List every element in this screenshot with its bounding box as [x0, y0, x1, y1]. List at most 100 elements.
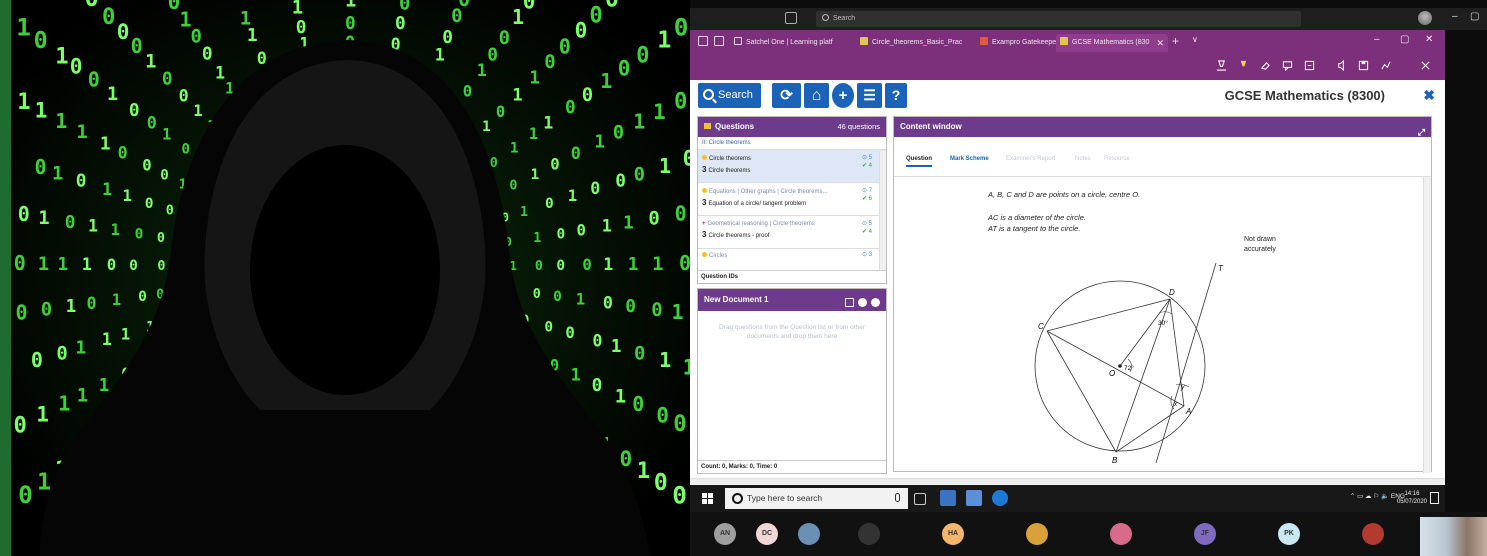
- task-view-icon[interactable]: [914, 493, 926, 505]
- fit-page-icon[interactable]: [1304, 60, 1315, 71]
- binary-digit: 1: [683, 354, 690, 379]
- binary-digit: 0: [565, 324, 574, 342]
- binary-digit: 0: [565, 97, 576, 118]
- new-tab-button[interactable]: +: [1172, 34, 1179, 48]
- tab-examiners-report[interactable]: Examiner's Report: [1006, 156, 1055, 162]
- binary-digit: 0: [179, 86, 189, 106]
- add-button[interactable]: +: [832, 83, 854, 108]
- compose-icon[interactable]: [785, 12, 797, 24]
- participant-avatar[interactable]: DC: [756, 523, 778, 545]
- search-button[interactable]: Search: [698, 83, 761, 108]
- binary-digit: 1: [55, 109, 67, 133]
- chord-ba: [1115, 405, 1185, 453]
- horizontal-scrollbar[interactable]: [690, 478, 1445, 485]
- help-button[interactable]: ?: [885, 83, 907, 108]
- binary-digit: 0: [675, 202, 687, 226]
- refresh-button[interactable]: ⟳: [772, 83, 801, 108]
- binary-digit: 1: [568, 187, 577, 205]
- tangent-at: [1155, 263, 1217, 463]
- tab-notes[interactable]: Notes: [1075, 156, 1091, 162]
- questions-scrollbar[interactable]: [879, 151, 886, 271]
- binary-digit: 1: [38, 253, 49, 275]
- binary-digit: 1: [652, 253, 663, 275]
- list-button[interactable]: ☰: [857, 83, 882, 108]
- document-summary: Count: 0, Marks: 0, Time: 0: [698, 460, 886, 473]
- highlight-yellow-icon[interactable]: [1238, 60, 1249, 71]
- topic-filter[interactable]: II: Circle theorems: [698, 137, 886, 150]
- windows-start-icon[interactable]: [702, 493, 713, 504]
- question-line-2: AC is a diameter of the circle.: [988, 213, 1086, 222]
- taskbar-clock[interactable]: 14:16 05/07/2020: [1397, 490, 1427, 506]
- question-item[interactable]: Equations | Other graphs | Circle theore…: [698, 183, 886, 216]
- participant-avatar[interactable]: HA: [942, 523, 964, 545]
- edit-document-icon[interactable]: [844, 298, 854, 307]
- binary-digit: 0: [145, 196, 154, 212]
- app-close-icon[interactable]: ✖: [1423, 87, 1435, 104]
- zoom-minimize-button[interactable]: –: [1452, 11, 1458, 22]
- read-aloud-icon[interactable]: [1336, 60, 1347, 71]
- participant-avatar[interactable]: [1362, 523, 1384, 545]
- binary-digit: 1: [58, 392, 70, 416]
- self-video-thumbnail[interactable]: [1420, 517, 1487, 556]
- pdf-icon: [860, 37, 868, 45]
- question-item[interactable]: + Geometrical reasoning | Circle theorems…: [698, 216, 886, 249]
- binary-digit: 1: [37, 469, 51, 496]
- drop-hint[interactable]: Drag questions from the Question list or…: [712, 323, 872, 341]
- tab-question[interactable]: Question: [906, 156, 933, 167]
- tab-satchel[interactable]: Satchel One | Learning platf: [730, 34, 850, 52]
- binary-digit: 0: [129, 258, 138, 274]
- close-toolbar-icon[interactable]: [1420, 60, 1431, 71]
- binary-digit: 0: [135, 227, 144, 243]
- chord-cb: [1046, 330, 1117, 453]
- close-tab-icon[interactable]: ✕: [1156, 34, 1164, 52]
- eraser-icon[interactable]: [1260, 60, 1271, 71]
- participant-avatar[interactable]: [798, 523, 820, 545]
- microphone-icon[interactable]: [895, 493, 900, 502]
- participant-avatar[interactable]: [1026, 523, 1048, 545]
- back-tabs-icon[interactable]: [714, 36, 724, 46]
- tab-actions-icon[interactable]: [698, 36, 708, 46]
- browser-maximize-button[interactable]: ▢: [1400, 34, 1409, 45]
- zoom-maximize-button[interactable]: ▢: [1470, 11, 1479, 22]
- participant-avatar[interactable]: JF: [1194, 523, 1216, 545]
- question-ids-bar[interactable]: Question IDs: [698, 270, 886, 283]
- mail-icon[interactable]: [940, 490, 956, 506]
- home-button[interactable]: ⌂: [804, 83, 829, 108]
- binary-digit: 0: [395, 13, 406, 34]
- binary-digit: 1: [345, 0, 356, 12]
- remove-document-icon[interactable]: [857, 298, 867, 307]
- participant-avatar[interactable]: [858, 523, 880, 545]
- binary-digit: 1: [477, 60, 487, 80]
- user-avatar[interactable]: [1418, 11, 1432, 25]
- taskbar-search-input[interactable]: Type here to search: [725, 488, 908, 509]
- highlighter-icon[interactable]: [1216, 60, 1227, 71]
- tab-gcse-mathematics[interactable]: GCSE Mathematics (830 ✕: [1056, 34, 1168, 52]
- tab-menu-chevron-icon[interactable]: ∨: [1192, 35, 1198, 44]
- tab-resource[interactable]: Resource: [1104, 156, 1130, 162]
- label-y: y: [1180, 384, 1185, 391]
- zoom-search-input[interactable]: Search: [816, 11, 1301, 27]
- browser-minimize-button[interactable]: –: [1374, 34, 1380, 45]
- notification-icon[interactable]: [1430, 492, 1439, 504]
- close-document-icon[interactable]: [871, 298, 880, 307]
- save-icon[interactable]: [1358, 60, 1369, 71]
- binary-digit: 0: [550, 155, 559, 173]
- participant-avatar[interactable]: PK: [1278, 523, 1300, 545]
- comment-icon[interactable]: [1282, 60, 1293, 71]
- share-icon[interactable]: [1380, 60, 1391, 71]
- participant-avatar[interactable]: [1110, 523, 1132, 545]
- question-item[interactable]: Circles ⊙ 3: [698, 249, 886, 263]
- tab-circle-theorems[interactable]: Circle_theorems_Basic_Prac: [856, 34, 971, 52]
- content-scrollbar[interactable]: [1423, 177, 1431, 473]
- question-count: 46 questions: [837, 122, 880, 131]
- edge-browser-icon[interactable]: [992, 490, 1008, 506]
- label-b: B: [1112, 456, 1118, 463]
- tab-mark-scheme[interactable]: Mark Scheme: [950, 156, 989, 162]
- teams-icon[interactable]: [966, 490, 982, 506]
- browser-close-button[interactable]: ✕: [1425, 34, 1433, 45]
- binary-digit: 0: [458, 0, 470, 11]
- binary-digit: 0: [147, 113, 157, 133]
- participant-avatar[interactable]: AN: [714, 523, 736, 545]
- search-icon: [822, 14, 829, 21]
- question-item[interactable]: Circle theorems 3 Circle theorems ⊙ 5 ✔ 4: [698, 150, 886, 183]
